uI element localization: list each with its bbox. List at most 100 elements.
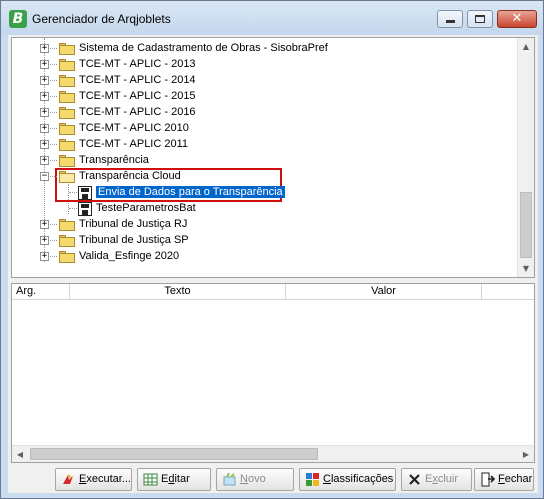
folder-icon (59, 251, 75, 263)
executar-label: xecutar... (86, 473, 131, 485)
tree-connector (69, 208, 77, 209)
column-header-valor[interactable]: Valor (286, 284, 482, 300)
joblet-tree[interactable]: + Sistema de Cadastramento de Obras - Sis… (11, 37, 535, 278)
grid-edit-icon (143, 473, 158, 486)
novo-label: ovo (247, 473, 266, 485)
folder-icon (59, 91, 75, 103)
tree-item-label: TesteParametrosBat (96, 202, 196, 214)
tree-folder-item[interactable]: + TCE-MT - APLIC 2011 (12, 137, 512, 153)
scroll-down-icon[interactable]: ▼ (518, 260, 534, 277)
execute-icon (63, 474, 73, 484)
tree-item-label: TCE-MT - APLIC - 2015 (79, 90, 196, 102)
maximize-button[interactable] (467, 10, 493, 28)
tree-folder-item[interactable]: + Tribunal de Justiça RJ (12, 217, 512, 233)
classificacoes-accel: C (323, 473, 331, 485)
joblet-icon (78, 202, 92, 216)
tree-item-label: Tribunal de Justiça SP (79, 234, 189, 246)
minimize-button[interactable] (437, 10, 463, 28)
joblet-icon (78, 186, 92, 200)
fechar-label: echar (504, 473, 533, 485)
horizontal-scroll-thumb[interactable] (30, 448, 318, 460)
tree-item-label: TCE-MT - APLIC - 2014 (79, 74, 196, 86)
novo-accel: N (240, 473, 248, 485)
classification-icon (306, 473, 319, 486)
title-bar[interactable]: B Gerenciador de Arqjoblets ✕ (1, 1, 543, 35)
expand-icon[interactable]: + (40, 236, 49, 245)
tree-vertical-scrollbar[interactable]: ▲ ▼ (517, 38, 534, 277)
expand-icon[interactable]: + (40, 44, 49, 53)
tree-folder-item[interactable]: + TCE-MT - APLIC 2010 (12, 121, 512, 137)
arguments-grid[interactable]: Arg. Texto Valor ◀ ▶ (11, 283, 535, 463)
selected-job-label: Envia de Dados para o Transparência (96, 186, 285, 198)
client-area: + Sistema de Cadastramento de Obras - Sis… (8, 35, 538, 493)
delete-icon (409, 474, 420, 485)
expand-icon[interactable]: + (40, 92, 49, 101)
button-bar: Executar... Editar Novo Classificações E… (8, 465, 538, 493)
tree-folder-item[interactable]: + TCE-MT - APLIC - 2013 (12, 57, 512, 73)
folder-icon (59, 107, 75, 119)
tree-item-label: Transparência Cloud (79, 170, 181, 182)
window-title: Gerenciador de Arqjoblets (32, 12, 171, 26)
folder-icon (59, 123, 75, 135)
expand-icon[interactable]: + (40, 60, 49, 69)
tree-folder-item[interactable]: + Valida_Esfinge 2020 (12, 249, 512, 265)
expand-icon[interactable]: + (40, 108, 49, 117)
tree-item-label: Tribunal de Justiça RJ (79, 218, 188, 230)
close-icon: ✕ (511, 11, 523, 26)
expand-icon[interactable]: + (40, 252, 49, 261)
tree-item-label: Sistema de Cadastramento de Obras - Siso… (79, 42, 328, 54)
expand-icon[interactable]: + (40, 220, 49, 229)
tree-folder-item[interactable]: − Transparência Cloud (12, 169, 512, 185)
folder-icon (59, 235, 75, 247)
classificacoes-button[interactable]: Classificações (299, 468, 396, 491)
tree-item-label: Transparência (79, 154, 149, 166)
collapse-icon[interactable]: − (40, 172, 49, 181)
tree-item-label: TCE-MT - APLIC 2011 (79, 138, 189, 150)
expand-icon[interactable]: + (40, 124, 49, 133)
excluir-button[interactable]: Excluir (401, 468, 472, 491)
tree-folder-item[interactable]: + Tribunal de Justiça SP (12, 233, 512, 249)
fechar-button[interactable]: Fechar (474, 468, 534, 491)
scroll-left-icon[interactable]: ◀ (12, 446, 28, 462)
scroll-up-icon[interactable]: ▲ (518, 38, 534, 55)
tree-connector (69, 192, 77, 193)
tree-job-item[interactable]: Envia de Dados para o Transparência (12, 185, 512, 201)
tree-item-label: TCE-MT - APLIC - 2013 (79, 58, 196, 70)
grid-horizontal-scrollbar[interactable]: ◀ ▶ (12, 445, 534, 462)
grid-header: Arg. Texto Valor (12, 284, 534, 300)
minimize-icon (445, 20, 455, 23)
folder-icon (59, 139, 75, 151)
scroll-thumb[interactable] (520, 192, 532, 258)
folder-icon (59, 59, 75, 71)
novo-button[interactable]: Novo (216, 468, 294, 491)
folder-icon (59, 155, 75, 167)
exit-door-icon (481, 472, 495, 487)
folder-icon (59, 43, 75, 55)
open-folder-icon (59, 171, 75, 183)
tree-item-label: Valida_Esfinge 2020 (79, 250, 180, 262)
column-header-arg[interactable]: Arg. (12, 284, 70, 300)
classificacoes-label: lassificações (330, 473, 394, 485)
expand-icon[interactable]: + (40, 76, 49, 85)
column-header-texto[interactable]: Texto (70, 284, 286, 300)
excluir-label: cluir (437, 473, 459, 485)
tree-folder-item[interactable]: + TCE-MT - APLIC - 2015 (12, 89, 512, 105)
tree-job-item[interactable]: TesteParametrosBat (12, 201, 512, 217)
maximize-icon (475, 15, 485, 23)
tree-folder-item[interactable]: + TCE-MT - APLIC - 2014 (12, 73, 512, 89)
folder-icon (59, 75, 75, 87)
editar-label: itar (174, 473, 190, 485)
expand-icon[interactable]: + (40, 140, 49, 149)
executar-button[interactable]: Executar... (55, 468, 132, 491)
tree-folder-item[interactable]: + Sistema de Cadastramento de Obras - Sis… (12, 41, 512, 57)
tree-item-label: TCE-MT - APLIC 2010 (79, 122, 189, 134)
tree-item-label: TCE-MT - APLIC - 2016 (79, 106, 196, 118)
app-icon: B (9, 10, 27, 28)
expand-icon[interactable]: + (40, 156, 49, 165)
scroll-right-icon[interactable]: ▶ (518, 446, 534, 462)
tree-folder-item[interactable]: + Transparência (12, 153, 512, 169)
editar-button[interactable]: Editar (137, 468, 211, 491)
tree-folder-item[interactable]: + TCE-MT - APLIC - 2016 (12, 105, 512, 121)
close-button[interactable]: ✕ (497, 10, 537, 28)
folder-icon (59, 219, 75, 231)
